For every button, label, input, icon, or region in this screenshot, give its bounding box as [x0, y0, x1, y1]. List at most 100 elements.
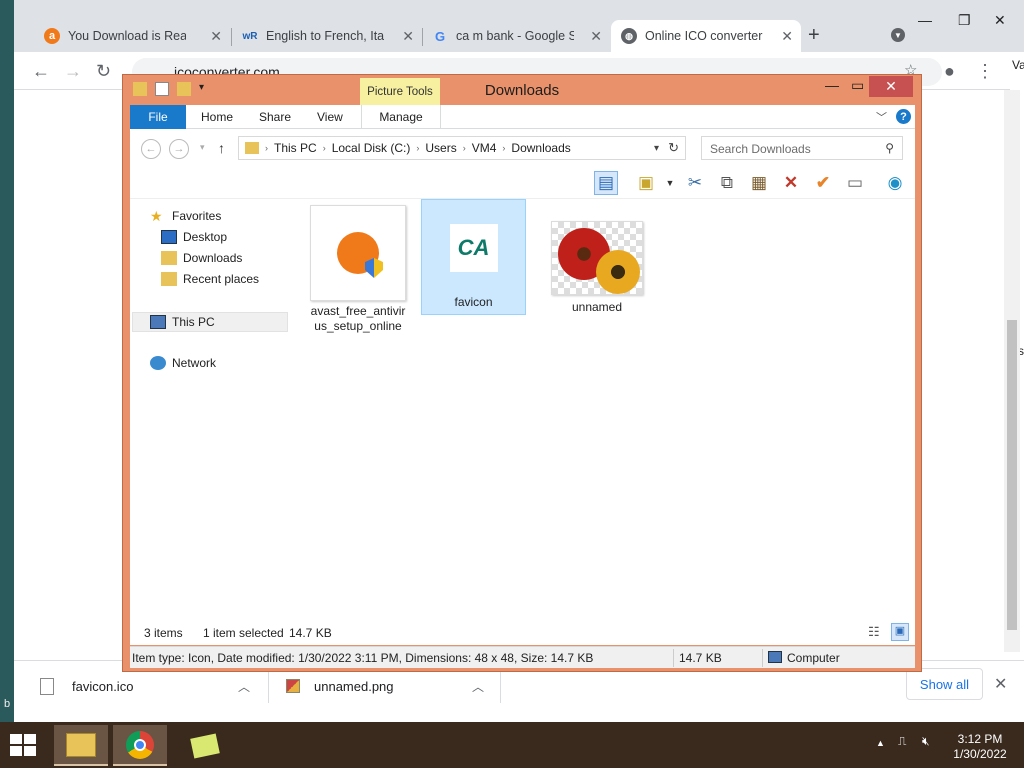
minimize-icon[interactable]: —: [918, 12, 932, 28]
chrome-icon: [126, 730, 154, 759]
close-icon[interactable]: ✕: [994, 12, 1006, 29]
forward-icon[interactable]: →: [169, 139, 189, 159]
copy-icon[interactable]: ⧉: [715, 171, 739, 195]
crumb-users[interactable]: Users: [425, 141, 456, 155]
nav-network[interactable]: Network: [150, 356, 216, 370]
tab-wordreference[interactable]: wR English to French, Italia ✕: [232, 20, 422, 52]
close-shelf-icon[interactable]: ✕: [994, 674, 1007, 694]
chevron-up-icon[interactable]: ︿: [238, 678, 250, 695]
crumb-this-pc[interactable]: This PC: [274, 141, 317, 155]
taskbar-chrome[interactable]: [113, 725, 167, 766]
view-dropdown-icon[interactable]: ▼: [658, 171, 682, 195]
ribbon-tabs: File Home Share View Manage ﹀ ?: [130, 105, 915, 129]
image-thumbnail: [551, 221, 643, 295]
start-button[interactable]: [10, 734, 38, 758]
close-tab-icon[interactable]: ✕: [210, 28, 222, 45]
tab-search-icon[interactable]: ▼: [891, 28, 905, 42]
nav-recent-places[interactable]: Recent places: [161, 272, 259, 286]
tab-manage[interactable]: Manage: [361, 105, 441, 129]
window-title: Downloads: [484, 82, 560, 99]
network-tray-icon[interactable]: ⎍: [898, 734, 906, 749]
tab-share[interactable]: Share: [259, 105, 291, 129]
large-icons-view-icon[interactable]: ▣: [891, 623, 909, 641]
command-toolbar: ▤ ▣ ▼ ✂ ⧉ ▦ ✕ ✔ ▭ ◉: [130, 167, 915, 199]
paste-icon[interactable]: ▦: [747, 171, 771, 195]
minimize-icon[interactable]: —: [825, 77, 839, 93]
explorer-title-bar[interactable]: ▾ Picture Tools Downloads — ▭ ✕: [123, 75, 921, 105]
tab-google-search[interactable]: G ca m bank - Google Sea ✕: [422, 20, 610, 52]
taskbar-sticky-notes[interactable]: [178, 725, 232, 766]
close-tab-icon[interactable]: ✕: [402, 28, 414, 45]
nav-favorites[interactable]: ★ Favorites: [150, 209, 221, 223]
expand-ribbon-icon[interactable]: ﹀: [876, 109, 887, 125]
favicon-thumbnail: CA: [449, 224, 498, 272]
avast-installer-thumbnail: [310, 205, 406, 301]
maximize-icon[interactable]: ❐: [958, 12, 971, 29]
cut-icon[interactable]: ✂: [683, 171, 707, 195]
downloads-folder-icon: [161, 251, 177, 265]
globe-icon[interactable]: ◉: [883, 171, 907, 195]
page-scrollbar[interactable]: [1004, 90, 1020, 652]
recent-places-icon: [161, 272, 177, 286]
help-icon[interactable]: ?: [896, 109, 911, 124]
computer-icon: [150, 315, 166, 329]
taskbar-file-explorer[interactable]: [54, 725, 108, 766]
close-tab-icon[interactable]: ✕: [781, 28, 793, 45]
download-item-unnamed[interactable]: unnamed.png ︿: [286, 671, 498, 701]
delete-icon[interactable]: ✕: [779, 171, 803, 195]
show-all-button[interactable]: Show all: [906, 668, 983, 700]
search-icon: ⚲: [885, 141, 894, 155]
crumb-local-disk[interactable]: Local Disk (C:): [332, 141, 411, 155]
checkmark-icon[interactable]: ✔: [811, 171, 835, 195]
tab-avast-download[interactable]: a You Download is Rea ✕: [34, 20, 230, 52]
back-icon[interactable]: ←: [32, 61, 50, 82]
file-tile-selected[interactable]: CA favicon: [421, 199, 526, 315]
system-clock[interactable]: 3:12 PM 1/30/2022: [950, 732, 1010, 762]
tab-home[interactable]: Home: [201, 105, 233, 129]
search-input[interactable]: Search Downloads ⚲: [701, 136, 903, 160]
image-file-icon: [286, 679, 300, 693]
tab-file[interactable]: File: [130, 105, 186, 129]
forward-icon[interactable]: →: [64, 61, 82, 82]
status-line: 3 items 1 item selected 14.7 KB ☷ ▣: [130, 622, 915, 644]
navigation-pane: ★ Favorites Desktop Downloads Recent pla…: [130, 199, 290, 619]
profile-icon[interactable]: ●: [944, 61, 955, 82]
up-icon[interactable]: ↑: [218, 140, 225, 156]
address-row: ← → ▾ ↑ › This PC › Local Disk (C:) › Us…: [130, 129, 915, 167]
preview-pane-icon[interactable]: ▤: [594, 171, 618, 195]
taskbar: ▲ ⎍ 🔇︎ 3:12 PM 1/30/2022: [0, 722, 1024, 768]
close-tab-icon[interactable]: ✕: [590, 28, 602, 45]
show-hidden-icons[interactable]: ▲: [876, 738, 885, 748]
nav-this-pc[interactable]: This PC: [132, 312, 288, 332]
crumb-downloads[interactable]: Downloads: [511, 141, 570, 155]
yellow-flower-icon: [596, 250, 640, 294]
tab-strip: a You Download is Rea ✕ wR English to Fr…: [14, 0, 1024, 52]
folder-icon: [66, 732, 96, 757]
crumb-vm4[interactable]: VM4: [472, 141, 497, 155]
chevron-up-icon[interactable]: ︿: [472, 678, 484, 695]
details-view-icon[interactable]: ☷: [868, 624, 886, 640]
menu-icon[interactable]: ⋮: [976, 61, 994, 82]
rename-icon[interactable]: ▭: [843, 171, 867, 195]
volume-muted-icon[interactable]: 🔇︎: [922, 734, 930, 749]
refresh-icon[interactable]: ↻: [668, 140, 679, 156]
tab-online-ico-converter[interactable]: ◍ Online ICO converter ✕: [611, 20, 801, 52]
nav-desktop[interactable]: Desktop: [161, 230, 227, 244]
nav-downloads[interactable]: Downloads: [161, 251, 242, 265]
reload-icon[interactable]: ↻: [96, 61, 111, 82]
recent-locations-icon[interactable]: ▾: [200, 142, 205, 153]
file-tile[interactable]: avast_free_antivir us_setup_online: [308, 203, 408, 333]
new-tab-button[interactable]: +: [808, 24, 820, 47]
download-item-favicon[interactable]: favicon.ico ︿: [40, 671, 256, 701]
maximize-icon[interactable]: ▭: [851, 77, 864, 94]
properties-icon[interactable]: ▣: [634, 171, 658, 195]
explorer-content: ★ Favorites Desktop Downloads Recent pla…: [130, 199, 915, 645]
close-button[interactable]: ✕: [869, 76, 913, 97]
uac-shield-icon: [365, 258, 383, 278]
file-tile[interactable]: unnamed: [548, 219, 646, 319]
back-icon[interactable]: ←: [141, 139, 161, 159]
breadcrumb[interactable]: › This PC › Local Disk (C:) › Users › VM…: [238, 136, 686, 160]
address-dropdown-icon[interactable]: ▾: [654, 143, 659, 154]
avast-icon: a: [44, 28, 60, 44]
tab-view[interactable]: View: [317, 105, 343, 129]
